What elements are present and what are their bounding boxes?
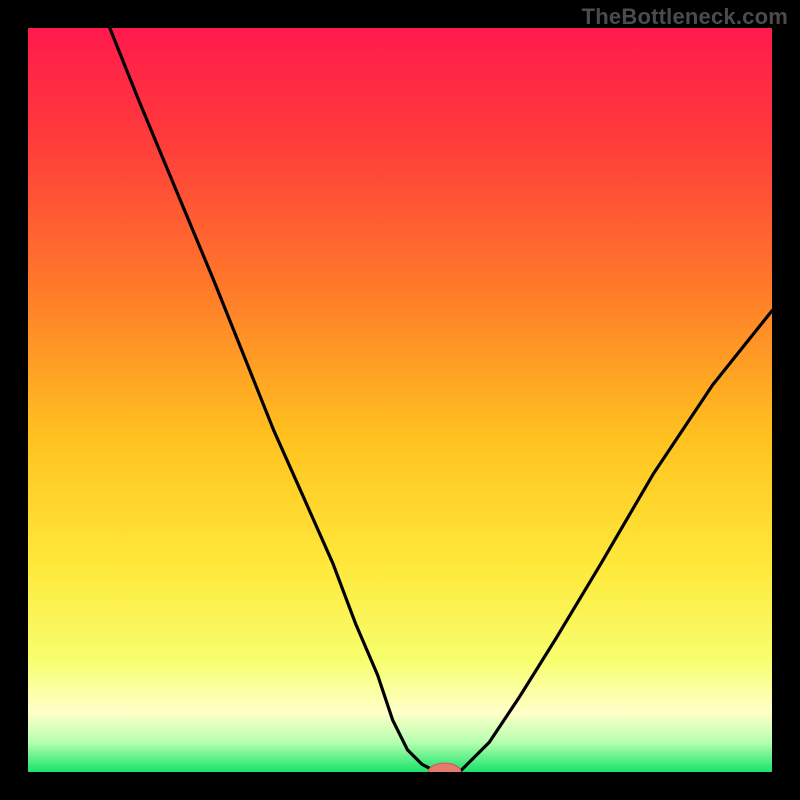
gradient-rect xyxy=(28,28,772,772)
chart-svg xyxy=(28,28,772,772)
plot-area xyxy=(28,28,772,772)
chart-frame: TheBottleneck.com xyxy=(0,0,800,800)
watermark-text: TheBottleneck.com xyxy=(582,4,788,30)
